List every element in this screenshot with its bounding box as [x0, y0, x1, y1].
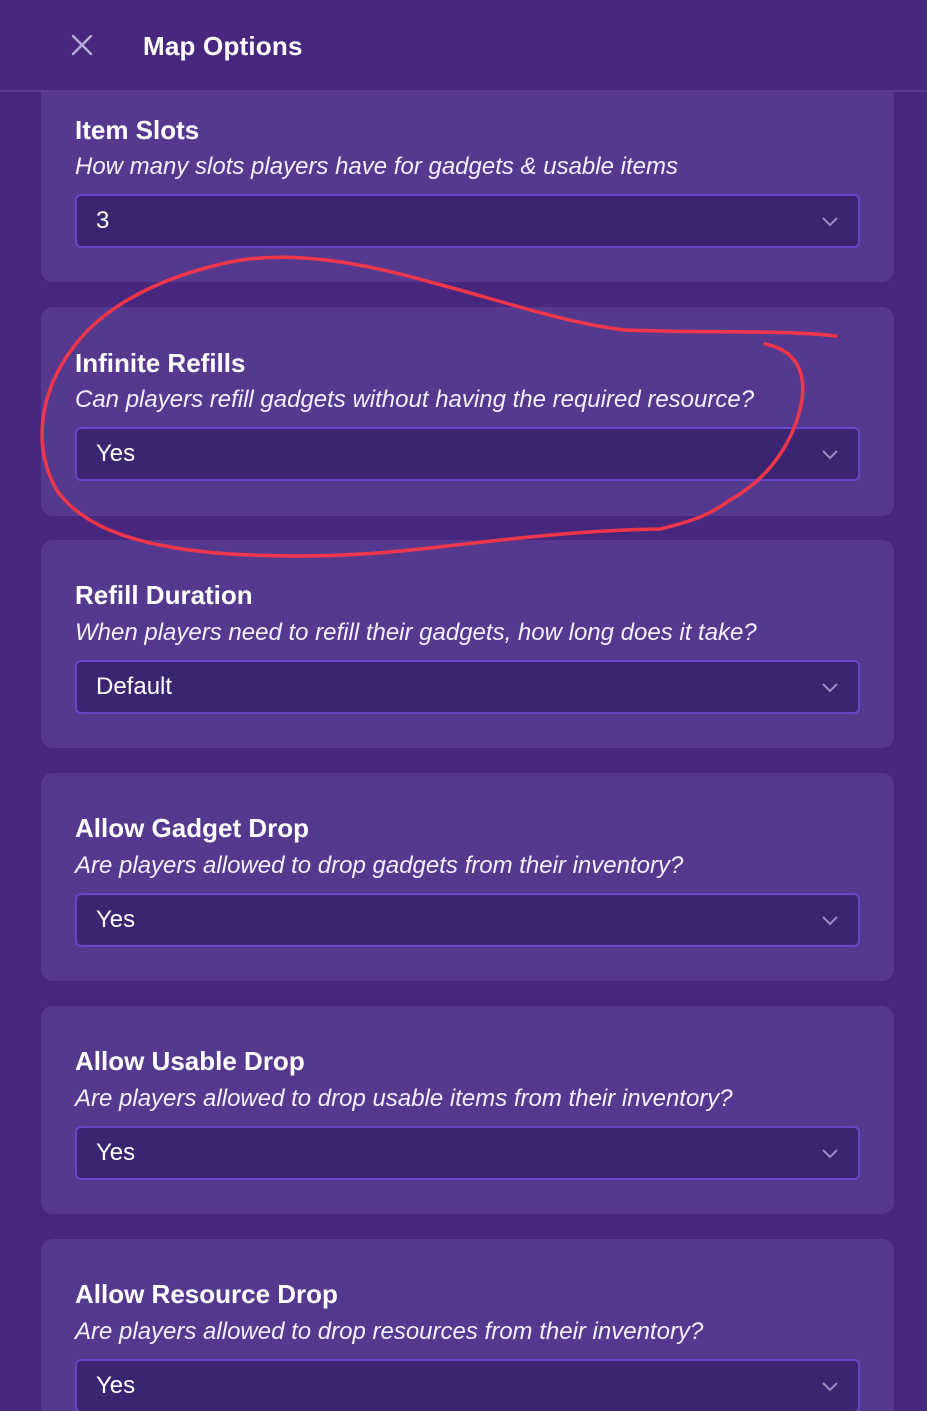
option-card-infinite-refills: Infinite Refills Can players refill gadg…: [41, 307, 894, 516]
allow-gadget-drop-select[interactable]: Yes: [75, 893, 860, 947]
select-value: Yes: [96, 440, 136, 467]
close-icon: [71, 34, 93, 56]
option-title: Allow Usable Drop: [75, 1046, 305, 1076]
select-value: 3: [96, 207, 110, 234]
option-description: Are players allowed to drop resources fr…: [75, 1318, 704, 1345]
chevron-down-icon: [820, 912, 840, 928]
option-title: Infinite Refills: [75, 348, 246, 378]
option-card-refill-duration: Refill Duration When players need to ref…: [41, 540, 894, 748]
header-bar: Map Options: [0, 0, 927, 92]
options-list[interactable]: Item Slots How many slots players have f…: [0, 92, 927, 1411]
infinite-refills-select[interactable]: Yes: [75, 427, 860, 481]
select-value: Yes: [96, 1139, 136, 1166]
chevron-down-icon: [820, 446, 840, 462]
option-title: Item Slots: [75, 115, 200, 145]
select-value: Yes: [96, 1372, 136, 1399]
option-description: When players need to refill their gadget…: [75, 619, 757, 646]
refill-duration-select[interactable]: Default: [75, 660, 860, 714]
option-description: Can players refill gadgets without havin…: [75, 386, 755, 413]
option-description: Are players allowed to drop usable items…: [75, 1085, 733, 1112]
close-button[interactable]: [66, 29, 98, 61]
option-title: Refill Duration: [75, 580, 253, 610]
chevron-down-icon: [820, 1145, 840, 1161]
option-card-item-slots: Item Slots How many slots players have f…: [41, 92, 894, 282]
allow-usable-drop-select[interactable]: Yes: [75, 1126, 860, 1180]
option-title: Allow Resource Drop: [75, 1279, 338, 1309]
option-description: How many slots players have for gadgets …: [75, 153, 678, 180]
select-value: Default: [96, 673, 173, 700]
option-title: Allow Gadget Drop: [75, 813, 309, 843]
chevron-down-icon: [820, 213, 840, 229]
chevron-down-icon: [820, 679, 840, 695]
item-slots-select[interactable]: 3: [75, 194, 860, 248]
chevron-down-icon: [820, 1378, 840, 1394]
option-card-allow-gadget-drop: Allow Gadget Drop Are players allowed to…: [41, 773, 894, 981]
allow-resource-drop-select[interactable]: Yes: [75, 1359, 860, 1411]
select-value: Yes: [96, 906, 136, 933]
option-card-allow-resource-drop: Allow Resource Drop Are players allowed …: [41, 1239, 894, 1411]
page-title: Map Options: [143, 31, 303, 61]
option-description: Are players allowed to drop gadgets from…: [75, 852, 684, 879]
option-card-allow-usable-drop: Allow Usable Drop Are players allowed to…: [41, 1006, 894, 1214]
